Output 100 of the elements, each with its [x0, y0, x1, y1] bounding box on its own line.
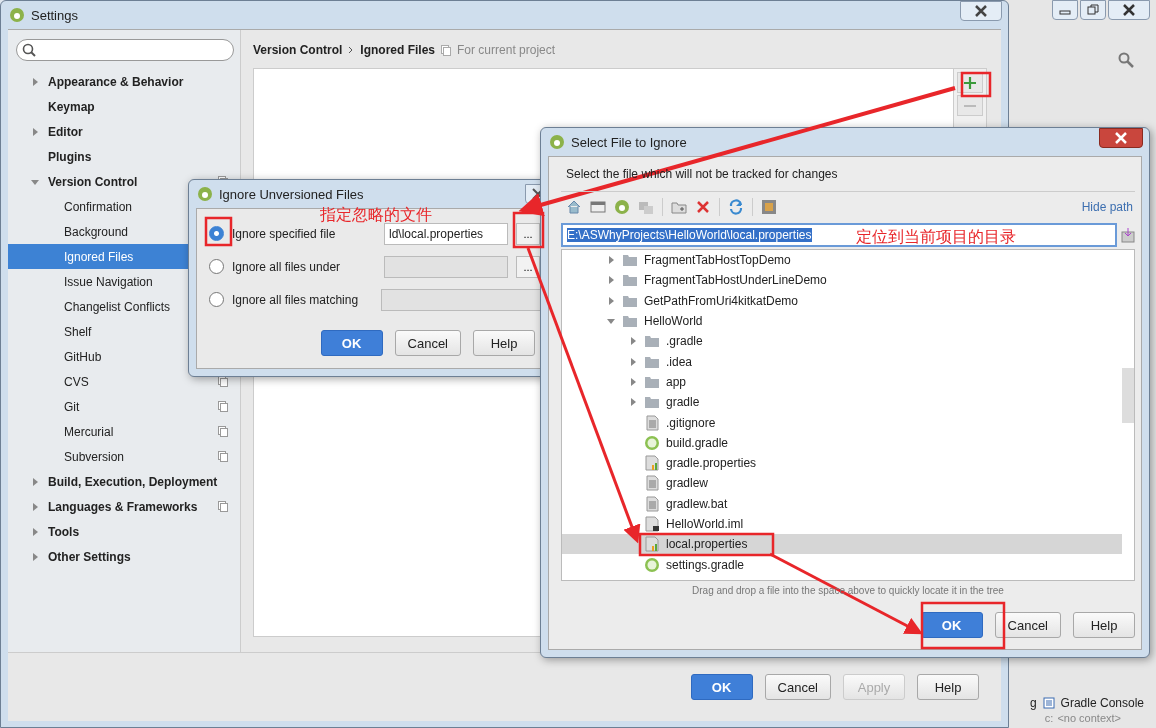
close-button[interactable]: [1108, 0, 1150, 20]
nav-label: Keymap: [48, 99, 95, 114]
close-button[interactable]: [1099, 128, 1143, 148]
restore-button[interactable]: [1080, 0, 1106, 20]
close-icon: [975, 5, 987, 17]
settings-nav-item[interactable]: Plugins: [8, 144, 240, 169]
tree-item[interactable]: gradlew.bat: [666, 496, 728, 511]
expand-arrow-icon[interactable]: [30, 126, 40, 137]
expand-arrow-icon[interactable]: [606, 255, 616, 266]
tree-item[interactable]: settings.gradle: [666, 557, 745, 572]
desktop-icon[interactable]: [590, 199, 606, 215]
copy-icon: [441, 44, 452, 56]
dialog-button[interactable]: Cancel: [764, 674, 831, 700]
tree-item[interactable]: gradle: [666, 395, 700, 410]
expand-arrow-icon[interactable]: [30, 551, 40, 562]
settings-nav-item[interactable]: Other Settings: [8, 544, 240, 569]
expand-arrow-icon[interactable]: [30, 501, 40, 512]
text-file-icon: [644, 475, 660, 492]
browse-button[interactable]: ...: [516, 222, 540, 245]
refresh-icon[interactable]: [728, 199, 744, 215]
expand-arrow-icon[interactable]: [30, 526, 40, 537]
new-folder-icon[interactable]: [671, 199, 687, 215]
minimize-button[interactable]: [1052, 0, 1078, 20]
search-field[interactable]: [16, 39, 234, 61]
scrollbar-thumb[interactable]: [1122, 368, 1134, 423]
dialog-button[interactable]: Help: [917, 674, 979, 700]
expand-arrow-icon[interactable]: [606, 295, 616, 306]
tree-item[interactable]: HelloWorld.iml: [666, 517, 744, 531]
gradle-file-icon: [644, 434, 660, 451]
delete-icon[interactable]: [695, 199, 711, 215]
tree-item[interactable]: .gradle: [666, 334, 703, 349]
dialog-button[interactable]: Cancel: [994, 612, 1061, 638]
tree-item[interactable]: gradle.properties: [666, 456, 757, 471]
folder-icon: [622, 273, 638, 288]
nav-label: Mercurial: [64, 424, 114, 439]
breadcrumb-item[interactable]: Version Control: [253, 43, 343, 57]
folder-icon: [644, 395, 660, 410]
tree-item[interactable]: FragmentTabHostUnderLineDemo: [644, 273, 827, 288]
expand-arrow-icon[interactable]: [628, 376, 638, 387]
settings-nav-item[interactable]: Appearance & Behavior: [8, 69, 240, 94]
tree-item[interactable]: .gitignore: [666, 415, 716, 430]
highlight-box: [960, 71, 992, 98]
nav-label: Version Control: [48, 174, 138, 189]
path-field[interactable]: [381, 288, 543, 311]
settings-nav-item[interactable]: Build, Execution, Deployment: [8, 469, 240, 494]
remove-button[interactable]: [957, 95, 983, 116]
radio-button[interactable]: [209, 259, 224, 274]
annotation-text: 定位到当前项目的目录: [856, 227, 1016, 248]
radio-button[interactable]: [209, 292, 224, 307]
search-icon[interactable]: [1118, 52, 1134, 68]
app-icon[interactable]: [614, 199, 630, 215]
tree-item[interactable]: build.gradle: [666, 435, 729, 450]
tree-item[interactable]: HelloWorld: [644, 314, 703, 329]
settings-nav-item[interactable]: Tools: [8, 519, 240, 544]
tool-window-tab[interactable]: Gradle Console: [1060, 696, 1144, 710]
text-file-icon: [644, 414, 660, 431]
settings-nav-item[interactable]: Git: [8, 394, 240, 419]
settings-nav-item[interactable]: Languages & Frameworks: [8, 494, 240, 519]
radio-button[interactable]: [209, 226, 224, 241]
option-label[interactable]: Ignore specified file: [232, 226, 336, 241]
nav-label: Tools: [48, 524, 80, 539]
home-icon[interactable]: [566, 199, 582, 215]
expand-arrow-icon[interactable]: [628, 356, 638, 367]
status-text: <no context>: [1057, 712, 1121, 724]
app-icon: [9, 7, 25, 23]
expand-arrow-icon[interactable]: [606, 275, 616, 286]
tree-item[interactable]: GetPathFromUri4kitkatDemo: [644, 293, 799, 308]
expand-arrow-icon[interactable]: [628, 336, 638, 347]
tree-item[interactable]: app: [666, 374, 687, 389]
breadcrumb-item[interactable]: Ignored Files: [360, 43, 436, 57]
tree-item[interactable]: .idea: [666, 354, 693, 369]
expand-arrow-icon[interactable]: [628, 397, 638, 408]
path-field[interactable]: ld\local.properties: [384, 222, 508, 245]
hide-path-link[interactable]: Hide path: [1081, 200, 1133, 214]
tree-item[interactable]: FragmentTabHostTopDemo: [644, 253, 791, 268]
expand-arrow-icon[interactable]: [30, 76, 40, 87]
dialog-button[interactable]: OK: [690, 674, 753, 700]
dialog-button[interactable]: OK: [320, 330, 383, 356]
path-field[interactable]: [384, 255, 508, 278]
hidden-files-icon[interactable]: [761, 199, 777, 215]
option-label[interactable]: Ignore all files matching: [232, 292, 359, 307]
tool-window-tab[interactable]: g: [1029, 696, 1037, 710]
app-icon: [197, 186, 213, 202]
settings-nav-item[interactable]: Editor: [8, 119, 240, 144]
history-icon[interactable]: [1121, 227, 1135, 243]
nav-label: Languages & Frameworks: [48, 499, 198, 514]
close-button[interactable]: [960, 1, 1002, 21]
dialog-button[interactable]: Cancel: [394, 330, 461, 356]
settings-nav-item[interactable]: Subversion: [8, 444, 240, 469]
settings-nav-item[interactable]: Mercurial: [8, 419, 240, 444]
tree-item[interactable]: gradlew: [666, 476, 709, 491]
dialog-button[interactable]: Help: [473, 330, 535, 356]
settings-nav-item[interactable]: Keymap: [8, 94, 240, 119]
dialog-button[interactable]: OK: [920, 612, 983, 638]
expand-arrow-icon[interactable]: [30, 476, 40, 487]
dialog-button[interactable]: Help: [1073, 612, 1135, 638]
dialog-title: Select File to Ignore: [571, 134, 687, 150]
tree-item[interactable]: local.properties: [666, 537, 748, 552]
dialog-title: Ignore Unversioned Files: [219, 186, 364, 202]
nav-label: GitHub: [64, 349, 102, 364]
